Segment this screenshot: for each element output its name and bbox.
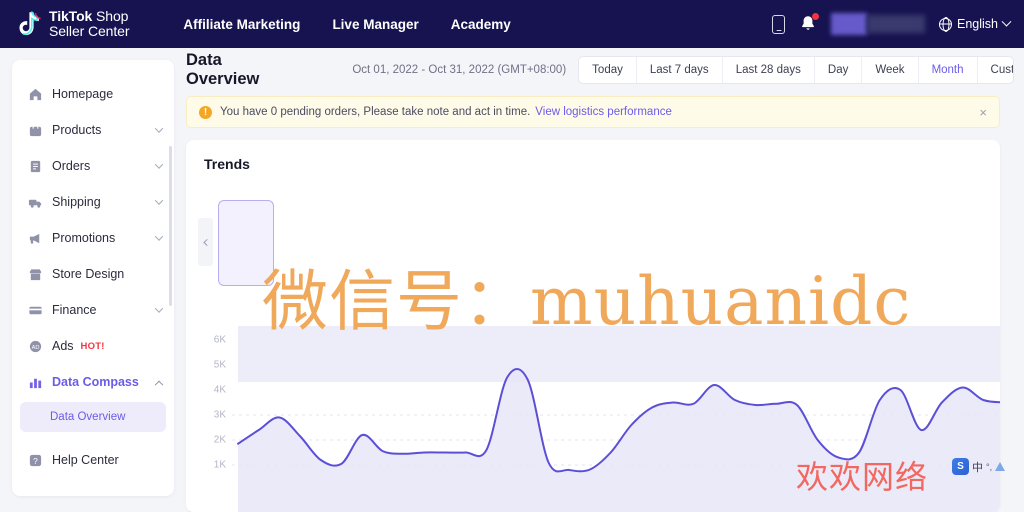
sidebar-label-data-compass: Data Compass	[52, 375, 139, 389]
help-center-icon: ?	[28, 453, 43, 468]
language-label: English	[957, 17, 998, 31]
nav-affiliate-marketing[interactable]: Affiliate Marketing	[183, 17, 300, 32]
sidebar-item-products[interactable]: Products	[12, 112, 174, 148]
sidebar-label-store-design: Store Design	[52, 267, 125, 281]
avatar-blurred	[831, 13, 867, 35]
chart-y-tick-label: 4K	[213, 384, 226, 396]
chevron-down-icon	[154, 196, 164, 205]
trends-title: Trends	[204, 156, 250, 172]
pending-orders-banner: ! You have 0 pending orders, Please take…	[186, 96, 1000, 128]
brand-text: TikTok Shop Seller Center	[49, 7, 130, 39]
screen-root: TikTok Shop Seller Center Affiliate Mark…	[0, 0, 1024, 512]
chevron-down-icon	[154, 232, 164, 241]
chart-y-axis: 6K 5K 4K 3K 2K 1K	[186, 326, 230, 512]
segment-today[interactable]: Today	[579, 57, 637, 83]
banner-message: You have 0 pending orders, Please take n…	[220, 106, 531, 118]
segment-last-28-days[interactable]: Last 28 days	[723, 57, 815, 83]
mobile-app-icon[interactable]	[772, 14, 785, 34]
segment-day[interactable]: Day	[815, 57, 863, 83]
ads-icon: AD	[28, 339, 43, 354]
sidebar-item-help-center[interactable]: ? Help Center	[12, 442, 174, 478]
chevron-up-icon	[154, 380, 164, 390]
warning-icon: !	[199, 105, 212, 119]
top-header: TikTok Shop Seller Center Affiliate Mark…	[0, 0, 1024, 48]
chevron-down-icon	[154, 124, 164, 133]
segment-month[interactable]: Month	[919, 57, 978, 83]
products-icon	[28, 123, 43, 138]
sidebar-label-help-center: Help Center	[52, 453, 119, 467]
finance-card-icon	[28, 303, 43, 318]
sidebar-label-finance: Finance	[52, 303, 97, 317]
language-selector[interactable]: English	[939, 16, 1012, 31]
sidebar-subitem-data-overview[interactable]: Data Overview	[20, 402, 166, 432]
svg-text:AD: AD	[32, 344, 40, 350]
scroll-left-arrow[interactable]	[198, 218, 213, 266]
sidebar-item-data-compass[interactable]: Data Compass	[12, 364, 174, 400]
sidebar-label-ads: Ads	[52, 339, 74, 353]
date-range-segmented-control: Today Last 7 days Last 28 days Day Week …	[578, 56, 1014, 84]
header-right-cluster: English	[772, 0, 1012, 48]
chart-svg	[232, 326, 1000, 512]
notification-badge-dot	[812, 13, 819, 20]
username-blurred	[867, 15, 925, 33]
globe-icon	[939, 17, 952, 31]
sidebar-label-homepage: Homepage	[52, 87, 114, 101]
nav-live-manager[interactable]: Live Manager	[332, 17, 418, 32]
sidebar-sublabel-data-overview: Data Overview	[50, 411, 126, 423]
chart-y-tick-label: 1K	[213, 459, 226, 471]
svg-text:?: ?	[33, 455, 38, 465]
orders-icon	[28, 159, 43, 174]
chevron-down-icon	[1001, 16, 1012, 27]
sidebar-item-homepage[interactable]: Homepage	[12, 76, 174, 112]
sidebar-label-products: Products	[52, 123, 102, 137]
sidebar-item-store-design[interactable]: Store Design	[12, 256, 174, 292]
brand-line-2: Seller Center	[49, 23, 130, 39]
metric-card-selected[interactable]	[218, 200, 274, 286]
trends-chart: 6K 5K 4K 3K 2K 1K	[186, 326, 1000, 512]
notification-bell-icon[interactable]	[799, 13, 819, 34]
trends-card: Trends 6K 5K 4K 3K 2K 1K	[186, 140, 1000, 512]
ads-hot-badge: HOT!	[80, 340, 105, 352]
shipping-truck-icon	[28, 195, 43, 210]
close-icon[interactable]: ×	[979, 106, 987, 119]
sidebar-item-finance[interactable]: Finance	[12, 292, 174, 328]
segment-custom[interactable]: Custom	[978, 57, 1013, 83]
nav-academy[interactable]: Academy	[451, 17, 511, 32]
sidebar-scrollbar[interactable]	[169, 146, 172, 306]
chart-y-tick-label: 6K	[213, 334, 226, 346]
date-range-label: Oct 01, 2022 - Oct 31, 2022 (GMT+08:00)	[352, 64, 567, 76]
view-logistics-performance-link[interactable]: View logistics performance	[535, 106, 672, 118]
page-title: Data Overview	[186, 51, 260, 88]
sidebar-item-orders[interactable]: Orders	[12, 148, 174, 184]
sidebar-item-shipping[interactable]: Shipping	[12, 184, 174, 220]
segment-last-7-days[interactable]: Last 7 days	[637, 57, 723, 83]
chart-y-tick-label: 2K	[213, 434, 226, 446]
brand-line-1: TikTok Shop	[49, 7, 129, 24]
tiktok-note-icon	[16, 10, 42, 38]
main-navigation: Affiliate Marketing Live Manager Academy	[183, 17, 510, 32]
page-header: Data Overview Oct 01, 2022 - Oct 31, 202…	[186, 48, 1024, 92]
data-compass-chart-icon	[28, 375, 43, 390]
promotions-megaphone-icon	[28, 231, 43, 246]
sidebar-label-promotions: Promotions	[52, 231, 116, 245]
chevron-down-icon	[154, 160, 164, 169]
sidebar-label-shipping: Shipping	[52, 195, 101, 209]
home-icon	[28, 87, 43, 102]
brand-logo[interactable]: TikTok Shop Seller Center	[16, 7, 130, 39]
sidebar-item-promotions[interactable]: Promotions	[12, 220, 174, 256]
segment-week[interactable]: Week	[862, 57, 919, 83]
chevron-down-icon	[154, 304, 164, 313]
sidebar-item-ads[interactable]: AD Ads HOT!	[12, 328, 174, 364]
chart-y-tick-label: 3K	[213, 409, 226, 421]
chart-y-tick-label: 5K	[213, 359, 226, 371]
main-content: Data Overview Oct 01, 2022 - Oct 31, 202…	[186, 48, 1024, 512]
user-account-area[interactable]	[831, 13, 925, 35]
sidebar-label-orders: Orders	[52, 159, 91, 173]
store-design-icon	[28, 267, 43, 282]
sidebar: Homepage Products Orders Shipping Promot…	[12, 60, 174, 496]
